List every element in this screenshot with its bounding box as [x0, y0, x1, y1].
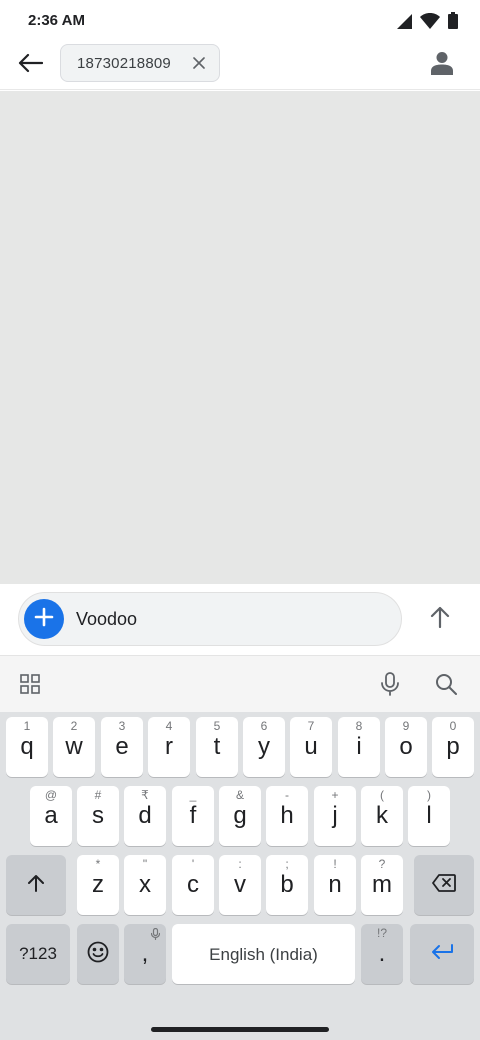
keyboard-toolbar — [0, 656, 480, 712]
person-icon — [431, 51, 453, 80]
arrow-left-icon — [17, 53, 44, 78]
key-z[interactable]: * z — [77, 855, 119, 915]
compose-row: Voodoo — [0, 584, 480, 656]
key-g[interactable]: & g — [219, 786, 261, 846]
status-time: 2:36 AM — [28, 12, 85, 29]
enter-icon — [430, 943, 454, 965]
key-h[interactable]: -h — [266, 786, 308, 846]
navigation-bar — [0, 1020, 480, 1040]
emoji-key[interactable] — [77, 924, 119, 984]
period-key[interactable]: !? . — [361, 924, 403, 984]
key-f[interactable]: _ f — [172, 786, 214, 846]
key-x[interactable]: " x — [124, 855, 166, 915]
back-button[interactable] — [10, 45, 50, 85]
app-bar: 18730218809 — [0, 40, 480, 90]
key-c[interactable]: ' c — [172, 855, 214, 915]
space-key[interactable]: English (India) — [172, 924, 355, 984]
send-button[interactable] — [420, 599, 460, 639]
status-bar: 2:36 AM — [0, 0, 480, 40]
plus-icon — [34, 607, 54, 632]
emoji-icon — [87, 941, 109, 968]
key-i[interactable]: 8i — [338, 717, 380, 777]
comma-key[interactable]: , — [124, 924, 166, 984]
compose-input[interactable]: Voodoo — [18, 592, 402, 646]
signal-icon — [396, 13, 412, 34]
key-o[interactable]: 9o — [385, 717, 427, 777]
status-icons — [396, 12, 458, 34]
compose-text: Voodoo — [76, 608, 138, 629]
key-n[interactable]: ! n — [314, 855, 356, 915]
recipient-number: 18730218809 — [77, 54, 171, 72]
key-l[interactable]: ) l — [408, 786, 450, 846]
key-w[interactable]: 2w — [53, 717, 95, 777]
key-d[interactable]: ₹ d — [124, 786, 166, 846]
close-icon[interactable] — [189, 53, 209, 73]
arrow-up-icon — [430, 606, 450, 633]
conversation-area — [0, 91, 480, 584]
key-s[interactable]: # s — [77, 786, 119, 846]
contact-button[interactable] — [422, 45, 462, 85]
recipient-chip[interactable]: 18730218809 — [60, 44, 220, 82]
key-q[interactable]: 1q — [6, 717, 48, 777]
microphone-icon — [150, 927, 161, 945]
key-b[interactable]: ; b — [266, 855, 308, 915]
key-e[interactable]: 3e — [101, 717, 143, 777]
key-y[interactable]: 6y — [243, 717, 285, 777]
attach-button[interactable] — [24, 599, 64, 639]
symbols-key[interactable]: ?123 — [6, 924, 70, 984]
key-p[interactable]: 0p — [432, 717, 474, 777]
key-r[interactable]: 4r — [148, 717, 190, 777]
grid-icon[interactable] — [14, 668, 46, 700]
key-a[interactable]: @ a — [30, 786, 72, 846]
enter-key[interactable] — [410, 924, 474, 984]
microphone-icon[interactable] — [374, 668, 406, 700]
key-v[interactable]: :v — [219, 855, 261, 915]
keyboard: 1q 2w 3e 4r 5t 6y 7u 8i 9o 0p @ a # s ₹ d _… — [0, 656, 480, 1020]
shift-key[interactable] — [6, 855, 66, 915]
shift-arrow-up-icon — [27, 874, 45, 897]
key-t[interactable]: 5t — [196, 717, 238, 777]
key-u[interactable]: 7u — [290, 717, 332, 777]
search-icon[interactable] — [430, 668, 462, 700]
key-k[interactable]: (k — [361, 786, 403, 846]
backspace-key[interactable] — [414, 855, 474, 915]
battery-icon — [448, 12, 458, 34]
key-j[interactable]: + j — [314, 786, 356, 846]
backspace-icon — [432, 873, 456, 897]
key-m[interactable]: ? m — [361, 855, 403, 915]
home-gesture-handle[interactable] — [151, 1027, 329, 1032]
wifi-icon — [420, 12, 440, 34]
